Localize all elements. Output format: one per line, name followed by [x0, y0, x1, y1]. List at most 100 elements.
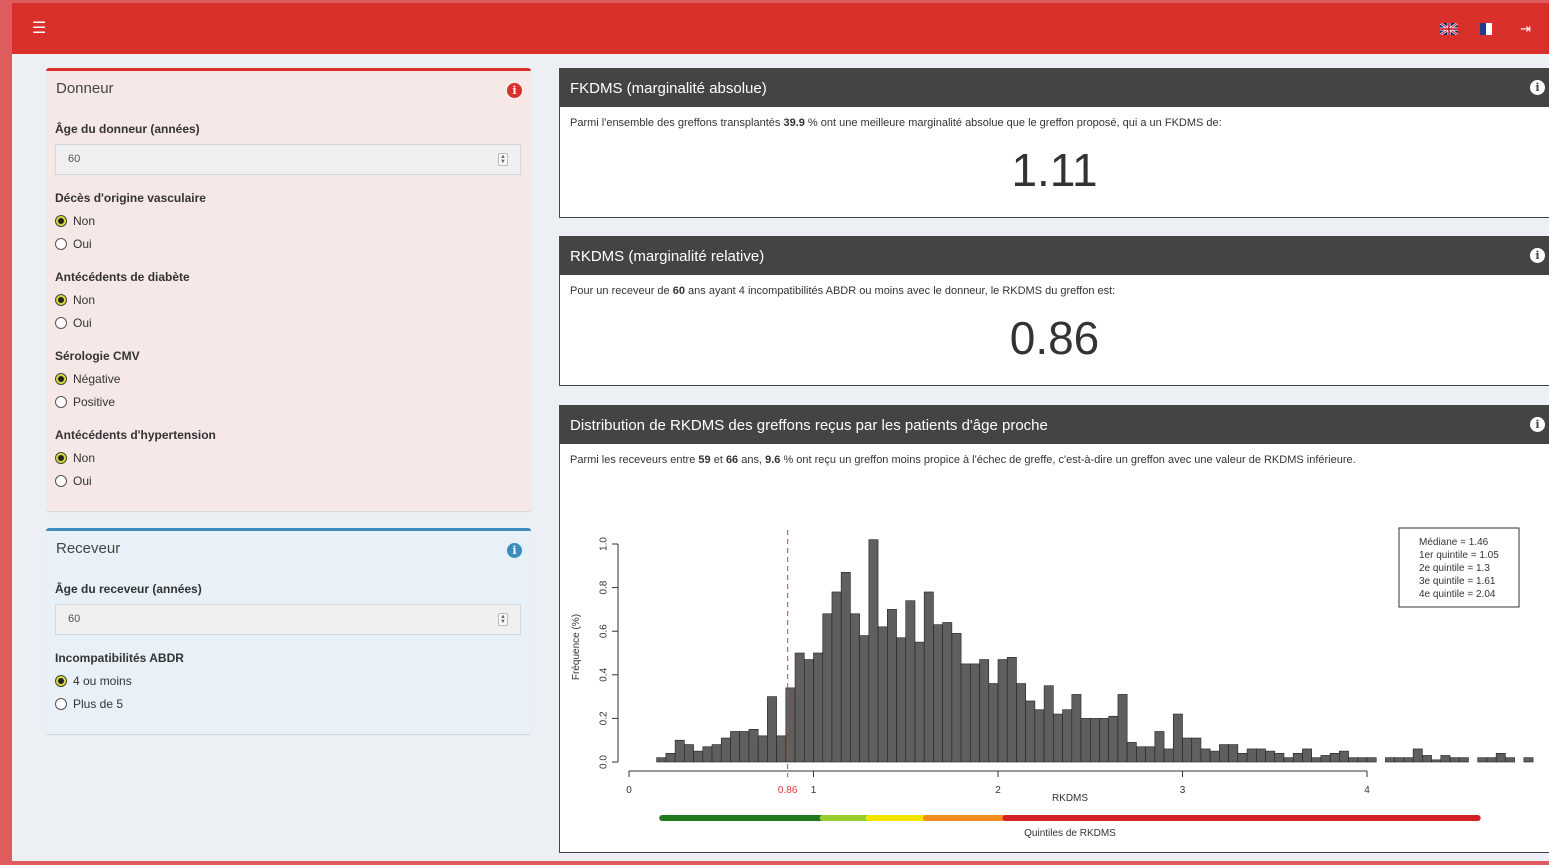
histogram-bar [684, 744, 694, 763]
histogram-bar [1006, 657, 1017, 763]
histogram-bar [1025, 700, 1036, 763]
distribution-percent: 9.6 [765, 454, 781, 466]
histogram-bar [1283, 757, 1294, 763]
y-tick-label: 0.0 [599, 755, 610, 769]
cmv-option-negative[interactable]: Négative [55, 372, 120, 386]
radio-icon[interactable] [55, 238, 67, 250]
diabete-option-oui[interactable]: Oui [55, 316, 92, 330]
histogram-bar [877, 626, 888, 763]
histogram-bar [674, 739, 685, 763]
histogram-bar [1016, 683, 1026, 763]
histogram-bar [933, 624, 943, 763]
spinner-icon[interactable]: ▲ ▼ [498, 613, 508, 626]
histogram-bar [1191, 737, 1202, 763]
legend-entry: 4e quintile = 2.04 [1419, 589, 1496, 600]
hta-option-oui[interactable]: Oui [55, 474, 92, 488]
flag-fr-icon[interactable] [1480, 22, 1499, 35]
diabete-label: Antécédents de diabète [55, 270, 190, 284]
distribution-header: Distribution de RKDMS des greffons reçus… [560, 406, 1549, 444]
histogram-bar [1523, 757, 1534, 763]
histogram-bar [1486, 757, 1497, 763]
spinner-icon[interactable]: ▲ ▼ [498, 153, 508, 166]
rkdms-title: RKDMS (marginalité relative) [570, 247, 765, 265]
histogram-bar [1329, 752, 1340, 763]
radio-label: Non [73, 214, 96, 228]
radio-checked-icon[interactable] [55, 215, 67, 227]
hta-option-non[interactable]: Non [55, 451, 95, 465]
info-icon[interactable]: i [507, 543, 522, 558]
radio-checked-icon[interactable] [55, 373, 67, 385]
rkdms-value: 0.86 [1009, 312, 1100, 364]
histogram-bar [1265, 750, 1276, 763]
abdr-option-4-or-less[interactable]: 4 ou moins [55, 674, 132, 688]
radio-checked-icon[interactable] [55, 294, 67, 306]
histogram-bar [1182, 737, 1193, 763]
text-fragment: % ont reçu un greffon moins propice à l'… [780, 454, 1356, 466]
legend-entry: 3e quintile = 1.61 [1419, 576, 1496, 587]
histogram-bar [979, 659, 990, 763]
histogram-bar [739, 731, 750, 763]
rkdms-header: RKDMS (marginalité relative) i [560, 237, 1549, 275]
histogram-bar [1136, 746, 1146, 763]
legend-entry: 2e quintile = 1.3 [1419, 563, 1490, 574]
histogram-bar [730, 731, 741, 763]
hamburger-icon[interactable]: ☰ [32, 20, 46, 37]
donor-age-value: 60 [68, 153, 81, 165]
histogram-bar [1302, 748, 1312, 763]
cmv-option-positive[interactable]: Positive [55, 395, 115, 409]
vascular-option-oui[interactable]: Oui [55, 237, 92, 251]
rkdms-description: Pour un receveur de 60 ans ayant 4 incom… [560, 275, 1549, 297]
flag-uk-icon[interactable] [1440, 22, 1459, 35]
radio-icon[interactable] [55, 698, 67, 710]
histogram-bar [1172, 713, 1183, 763]
radio-icon[interactable] [55, 317, 67, 329]
text-fragment: % ont une meilleure marginalité absolue … [804, 117, 1222, 129]
info-icon[interactable]: i [507, 83, 522, 98]
histogram-bar [1357, 757, 1368, 763]
info-icon[interactable]: i [1530, 417, 1545, 432]
y-tick-label: 0.4 [599, 667, 610, 681]
info-icon[interactable]: i [1530, 80, 1545, 95]
radio-label: Non [73, 451, 96, 465]
histogram-bar [1053, 713, 1063, 763]
donor-age-input[interactable]: 60 ▲ ▼ [55, 144, 521, 175]
radio-label: Positive [73, 395, 116, 409]
age-min: 59 [698, 454, 711, 466]
fkdms-title: FKDMS (marginalité absolue) [570, 79, 767, 97]
histogram-bar [1431, 759, 1442, 763]
histogram-bar [1062, 709, 1073, 763]
histogram-bar [997, 659, 1008, 763]
y-tick-label: 0.2 [599, 711, 610, 725]
histogram-bar [1320, 755, 1331, 763]
histogram-bar [1458, 757, 1469, 763]
histogram-bar [767, 696, 777, 763]
text-fragment: Parmi les receveurs entre [570, 454, 699, 466]
histogram-bar [1292, 752, 1303, 763]
recipient-age-input[interactable]: 60 ▲ ▼ [55, 604, 521, 635]
abdr-label: Incompatibilités ABDR [55, 651, 184, 665]
fkdms-description: Parmi l'ensemble des greffons transplant… [560, 107, 1549, 129]
histogram-bar [720, 737, 731, 763]
histogram-bar [905, 600, 916, 763]
y-tick-label: 1.0 [599, 537, 610, 551]
logout-icon[interactable]: ⇥ [1520, 21, 1531, 37]
donneur-title: Donneur [56, 80, 114, 97]
info-icon[interactable]: i [1530, 248, 1545, 263]
legend-entry: Médiane = 1.46 [1419, 537, 1489, 548]
histogram-bar [896, 637, 907, 763]
radio-checked-icon[interactable] [55, 675, 67, 687]
histogram-bar [1145, 746, 1156, 763]
diabete-option-non[interactable]: Non [55, 293, 95, 307]
fkdms-value: 1.11 [1011, 144, 1098, 196]
radio-icon[interactable] [55, 475, 67, 487]
radio-icon[interactable] [55, 396, 67, 408]
radio-label: 4 ou moins [73, 674, 132, 688]
x-tick-label: 1 [811, 785, 817, 796]
radio-checked-icon[interactable] [55, 452, 67, 464]
receveur-title: Receveur [56, 540, 121, 557]
abdr-option-more-than-5[interactable]: Plus de 5 [55, 697, 123, 711]
vascular-option-non[interactable]: Non [55, 214, 95, 228]
histogram-bar [1412, 748, 1423, 763]
y-tick-label: 0.8 [599, 580, 610, 594]
radio-label: Non [73, 293, 96, 307]
